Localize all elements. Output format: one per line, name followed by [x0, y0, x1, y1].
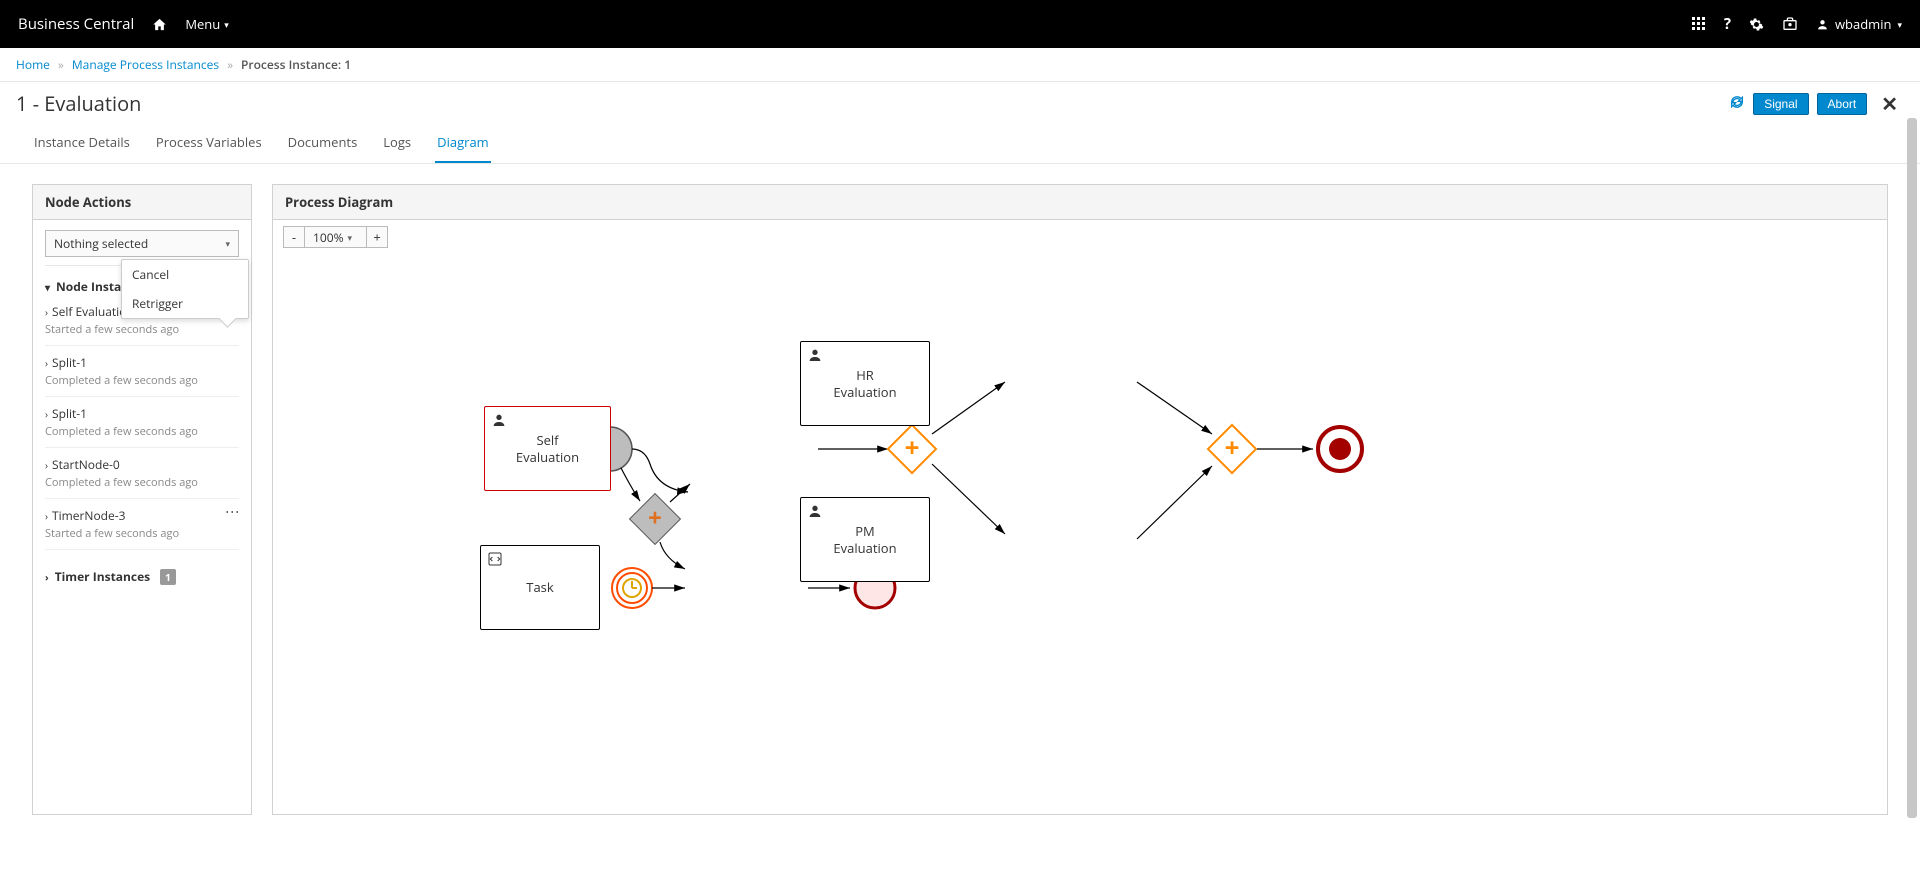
- breadcrumb-home[interactable]: Home: [16, 56, 50, 73]
- task-label: Self Evaluation: [516, 432, 579, 465]
- task-pm-evaluation[interactable]: PM Evaluation: [800, 497, 930, 582]
- node-list: ▾ Node Instances › Self Evaluation-2 Sta…: [33, 265, 251, 623]
- caret-down-icon: ▾: [1897, 18, 1902, 31]
- node-item-name: StartNode-0: [52, 456, 120, 473]
- node-item-head[interactable]: › TimerNode-3: [45, 507, 239, 524]
- chevron-right-icon: ›: [45, 570, 49, 584]
- node-item-head[interactable]: › Split-1: [45, 354, 239, 371]
- title-row: 1 - Evaluation Signal Abort ✕: [0, 82, 1920, 123]
- top-bar-left: Business Central Menu ▾: [18, 14, 229, 34]
- top-bar-right: ? wbadmin ▾: [1692, 14, 1902, 34]
- help-icon[interactable]: ?: [1724, 14, 1731, 34]
- popover-cancel[interactable]: Cancel: [122, 260, 248, 289]
- tab-diagram[interactable]: Diagram: [435, 123, 491, 163]
- breadcrumb-sep: »: [58, 56, 64, 73]
- node-item-name: Split-1: [52, 354, 87, 371]
- abort-button[interactable]: Abort: [1817, 93, 1868, 115]
- node-item: › Self Evaluation-2 Started a few second…: [45, 295, 239, 346]
- node-item-name: Split-1: [52, 405, 87, 422]
- top-bar: Business Central Menu ▾ ? wbadmin ▾: [0, 0, 1920, 48]
- zoom-in-button[interactable]: +: [366, 226, 388, 248]
- timer-count-badge: 1: [160, 569, 176, 585]
- breadcrumb-current: Process Instance: 1: [241, 56, 351, 73]
- node-item-name: TimerNode-3: [52, 507, 125, 524]
- node-item-head[interactable]: › Split-1: [45, 405, 239, 422]
- user-menu[interactable]: wbadmin ▾: [1816, 15, 1902, 33]
- title-actions: Signal Abort ✕: [1729, 90, 1904, 117]
- svg-text:+: +: [905, 429, 920, 465]
- caret-down-icon: ▾: [224, 18, 229, 31]
- process-diagram-panel: Process Diagram - 100% ▾ +: [272, 184, 1888, 815]
- tab-process-variables[interactable]: Process Variables: [154, 123, 264, 163]
- zoom-value: 100%: [313, 229, 344, 246]
- task-label: PM Evaluation: [833, 523, 896, 556]
- gear-icon[interactable]: [1749, 17, 1764, 32]
- home-icon[interactable]: [152, 17, 167, 32]
- svg-text:+: +: [1225, 429, 1240, 465]
- user-icon: [1816, 18, 1829, 31]
- node-item-head[interactable]: › StartNode-0: [45, 456, 239, 473]
- node-item: › StartNode-0 Completed a few seconds ag…: [45, 448, 239, 499]
- action-popover: Cancel Retrigger: [121, 259, 249, 319]
- node-item: › Split-1 Completed a few seconds ago: [45, 397, 239, 448]
- task-generic[interactable]: Task: [480, 545, 600, 630]
- close-icon[interactable]: ✕: [1875, 90, 1904, 117]
- section-timer-instances[interactable]: › Timer Instances 1: [45, 568, 239, 585]
- chevron-down-icon: ▾: [45, 280, 50, 294]
- task-self-evaluation[interactable]: Self Evaluation: [484, 406, 611, 491]
- node-item-sub: Completed a few seconds ago: [45, 475, 239, 490]
- task-label: HR Evaluation: [833, 367, 896, 400]
- node-item: › Split-1 Completed a few seconds ago: [45, 346, 239, 397]
- chevron-right-icon: ›: [45, 458, 48, 472]
- breadcrumb: Home » Manage Process Instances » Proces…: [0, 48, 1920, 82]
- zoom-out-button[interactable]: -: [283, 226, 305, 248]
- briefcase-icon[interactable]: [1782, 16, 1798, 32]
- section-label: Timer Instances: [55, 568, 150, 585]
- scrollbar-thumb[interactable]: [1907, 118, 1917, 818]
- popover-retrigger[interactable]: Retrigger: [122, 289, 248, 318]
- brand-label: Business Central: [18, 14, 134, 34]
- chevron-right-icon: ›: [45, 407, 48, 421]
- breadcrumb-manage[interactable]: Manage Process Instances: [72, 56, 219, 73]
- node-item-sub: Started a few seconds ago: [45, 322, 239, 337]
- kebab-icon[interactable]: ⋮: [225, 505, 239, 518]
- signal-button[interactable]: Signal: [1753, 93, 1808, 115]
- node-item-sub: Completed a few seconds ago: [45, 373, 239, 388]
- node-select-label: Nothing selected: [54, 235, 148, 252]
- node-actions-panel: Node Actions Nothing selected ▾ ▾ Node I…: [32, 184, 252, 815]
- chevron-right-icon: ›: [45, 509, 48, 523]
- zoom-select[interactable]: 100% ▾: [305, 226, 366, 248]
- menu-label: Menu: [185, 15, 220, 33]
- process-diagram-title: Process Diagram: [273, 185, 1887, 220]
- tab-logs[interactable]: Logs: [381, 123, 413, 163]
- diagram-svg: + +: [273, 254, 1887, 814]
- diagram-canvas[interactable]: + +: [273, 254, 1887, 814]
- user-label: wbadmin: [1835, 15, 1892, 33]
- page-title: 1 - Evaluation: [16, 90, 141, 117]
- content-body: Node Actions Nothing selected ▾ ▾ Node I…: [0, 164, 1920, 835]
- menu-dropdown[interactable]: Menu ▾: [185, 15, 228, 33]
- chevron-right-icon: ›: [45, 356, 48, 370]
- apps-grid-icon[interactable]: [1692, 17, 1706, 31]
- tab-bar: Instance Details Process Variables Docum…: [0, 123, 1920, 164]
- node-actions-title: Node Actions: [33, 185, 251, 220]
- zoom-bar: - 100% ▾ +: [273, 220, 1887, 254]
- chevron-right-icon: ›: [45, 305, 48, 319]
- task-hr-evaluation[interactable]: HR Evaluation: [800, 341, 930, 426]
- caret-down-icon: ▾: [348, 231, 353, 244]
- breadcrumb-sep: »: [227, 56, 233, 73]
- tab-instance-details[interactable]: Instance Details: [32, 123, 132, 163]
- node-select[interactable]: Nothing selected ▾: [45, 230, 239, 257]
- node-item-sub: Started a few seconds ago: [45, 526, 239, 541]
- svg-text:+: +: [648, 501, 662, 534]
- refresh-icon[interactable]: [1729, 94, 1745, 114]
- node-item: › TimerNode-3 Started a few seconds ago …: [45, 499, 239, 550]
- task-label: Task: [526, 579, 553, 595]
- tab-documents[interactable]: Documents: [286, 123, 360, 163]
- node-item-sub: Completed a few seconds ago: [45, 424, 239, 439]
- caret-down-icon: ▾: [225, 237, 230, 250]
- page-scrollbar[interactable]: [1907, 118, 1917, 818]
